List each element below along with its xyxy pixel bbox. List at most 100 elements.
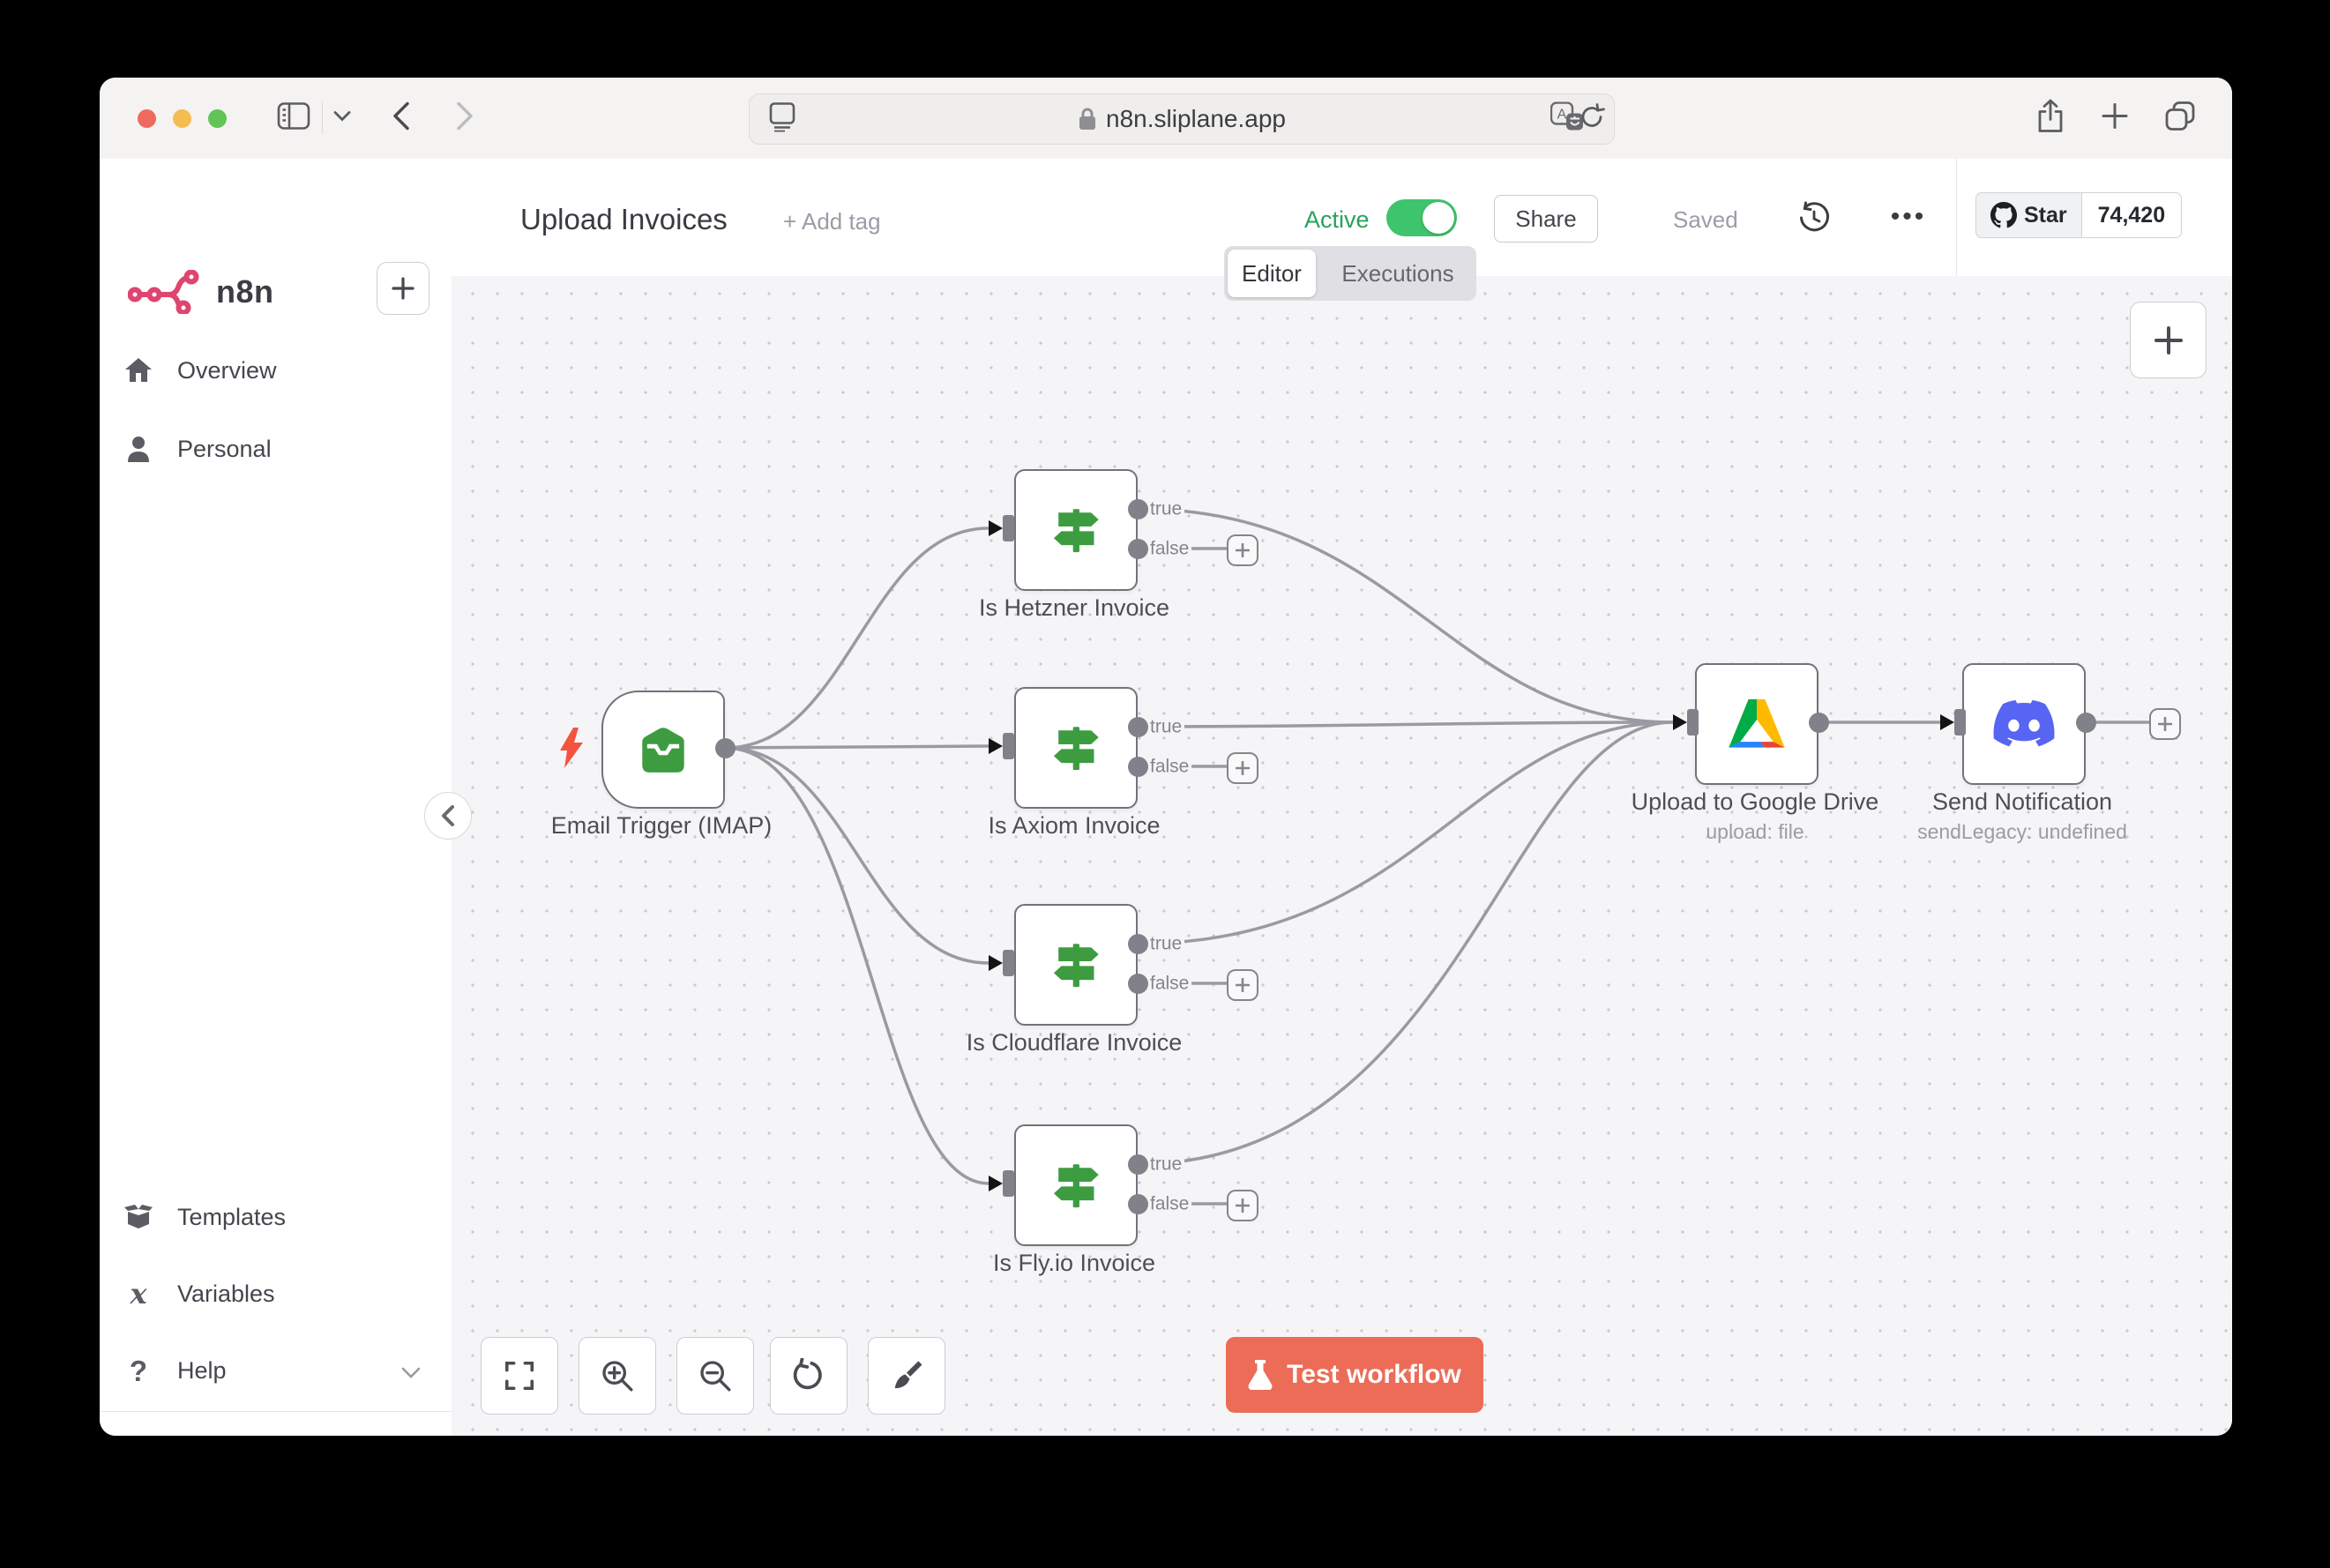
signpost-icon — [1047, 1156, 1105, 1214]
collapse-sidebar-chevron[interactable] — [424, 792, 472, 840]
node-send-notification[interactable] — [1962, 663, 2086, 785]
node-is-flyio-invoice[interactable] — [1014, 1124, 1138, 1246]
zoom-window-button[interactable] — [208, 109, 227, 128]
minimize-window-button[interactable] — [173, 109, 191, 128]
tab-editor[interactable]: Editor — [1228, 250, 1316, 297]
star-label: Star — [2024, 203, 2067, 228]
tidy-up-button[interactable] — [868, 1337, 945, 1415]
sidebar-item-personal[interactable]: Personal — [124, 421, 424, 477]
toggle-knob — [1423, 202, 1454, 234]
add-node-button[interactable] — [2149, 708, 2181, 740]
zoom-in-icon — [600, 1358, 635, 1393]
new-tab-icon[interactable] — [2100, 101, 2130, 136]
output-port[interactable] — [2076, 713, 2096, 733]
forward-button[interactable] — [454, 101, 475, 137]
tab-editor-label: Editor — [1242, 260, 1302, 287]
node-label: Is Fly.io Invoice — [993, 1250, 1155, 1277]
input-port — [1687, 709, 1699, 735]
output-port-false[interactable] — [1128, 539, 1148, 559]
port-label-false: false — [1147, 540, 1191, 558]
github-star-button[interactable]: Star — [1975, 192, 2082, 238]
plus-icon — [1236, 761, 1250, 775]
google-drive-icon — [1725, 696, 1789, 752]
output-port-true[interactable] — [1128, 934, 1148, 954]
flask-icon — [1248, 1360, 1273, 1390]
workflow-canvas[interactable] — [452, 276, 2232, 1436]
output-port-true[interactable] — [1128, 717, 1148, 737]
port-label-true: true — [1147, 500, 1184, 519]
plus-icon — [2153, 325, 2184, 356]
discord-icon — [1991, 699, 2057, 749]
node-is-hetzner-invoice[interactable] — [1014, 469, 1138, 591]
templates-box-icon — [124, 1203, 153, 1231]
output-port-false[interactable] — [1128, 974, 1148, 994]
workflow-menu-dots[interactable]: ••• — [1882, 194, 1935, 240]
close-window-button[interactable] — [138, 109, 156, 128]
node-is-axiom-invoice[interactable] — [1014, 687, 1138, 809]
workflow-title[interactable]: Upload Invoices — [520, 203, 728, 236]
logo-text: n8n — [216, 273, 274, 310]
output-port-false[interactable] — [1128, 757, 1148, 777]
sidebar-item-variables[interactable]: x Variables — [124, 1266, 424, 1322]
tab-executions[interactable]: Executions — [1323, 246, 1473, 301]
address-bar[interactable]: n8n.sliplane.app A — [749, 93, 1615, 145]
input-port — [1003, 515, 1014, 541]
add-node-button[interactable] — [1227, 752, 1258, 784]
chevron-down-icon[interactable] — [332, 110, 352, 127]
github-star-widget[interactable]: Star 74,420 — [1975, 192, 2182, 238]
variables-x-icon: x — [124, 1280, 153, 1308]
zoom-out-button[interactable] — [676, 1337, 754, 1415]
tab-executions-label: Executions — [1341, 260, 1453, 287]
output-port[interactable] — [715, 738, 736, 758]
add-node-button[interactable] — [1227, 969, 1258, 1001]
zoom-to-fit-button[interactable] — [481, 1337, 558, 1415]
output-port-true[interactable] — [1128, 1154, 1148, 1175]
node-email-trigger[interactable] — [601, 691, 725, 809]
home-icon — [124, 356, 153, 385]
sidebar-item-overview[interactable]: Overview — [124, 342, 424, 399]
input-port — [1003, 733, 1014, 759]
add-tag-button[interactable]: + Add tag — [783, 208, 881, 235]
node-is-cloudflare-invoice[interactable] — [1014, 904, 1138, 1026]
zoom-in-button[interactable] — [579, 1337, 656, 1415]
node-subtitle: upload: file — [1706, 820, 1804, 844]
person-icon — [124, 435, 153, 463]
sidebar-item-label: Help — [177, 1357, 377, 1385]
active-toggle[interactable] — [1386, 199, 1457, 236]
signpost-icon — [1047, 501, 1105, 559]
sidebar-item-templates[interactable]: Templates — [124, 1189, 424, 1245]
test-workflow-button[interactable]: Test workflow — [1226, 1337, 1483, 1413]
plus-icon — [1236, 543, 1250, 557]
signpost-icon — [1047, 719, 1105, 777]
plus-icon — [2158, 717, 2172, 731]
share-page-icon[interactable] — [2035, 99, 2065, 138]
new-workflow-button[interactable] — [377, 262, 429, 315]
n8n-logo[interactable]: n8n — [128, 266, 274, 317]
output-port-false[interactable] — [1128, 1194, 1148, 1214]
back-button[interactable] — [391, 101, 412, 137]
add-node-button[interactable] — [1227, 1190, 1258, 1221]
url-text[interactable]: n8n.sliplane.app — [1106, 105, 1286, 133]
sidebar-toggle-icon[interactable] — [277, 102, 310, 135]
node-upload-google-drive[interactable] — [1695, 663, 1818, 785]
share-button[interactable]: Share — [1494, 195, 1598, 243]
sidebar-item-help[interactable]: ? Help — [124, 1342, 424, 1399]
output-port[interactable] — [1809, 713, 1829, 733]
sidebar-item-label: Personal — [177, 436, 272, 463]
zoom-out-icon — [698, 1358, 733, 1393]
output-port-true[interactable] — [1128, 499, 1148, 519]
lightning-bolt-icon — [560, 728, 583, 773]
port-label-false: false — [1147, 974, 1191, 993]
undo-button[interactable] — [770, 1337, 848, 1415]
add-node-canvas-button[interactable] — [2130, 302, 2207, 378]
tab-overview-icon[interactable] — [2163, 100, 2197, 138]
titlebar-separator — [322, 102, 323, 134]
port-label-false: false — [1147, 1195, 1191, 1213]
refresh-icon[interactable] — [1579, 103, 1605, 136]
saved-status: Saved — [1673, 206, 1738, 234]
add-node-button[interactable] — [1227, 534, 1258, 566]
sidebar-item-label: Overview — [177, 357, 277, 385]
star-count[interactable]: 74,420 — [2082, 192, 2182, 238]
history-icon[interactable] — [1794, 198, 1834, 238]
node-label: Is Axiom Invoice — [988, 812, 1160, 840]
